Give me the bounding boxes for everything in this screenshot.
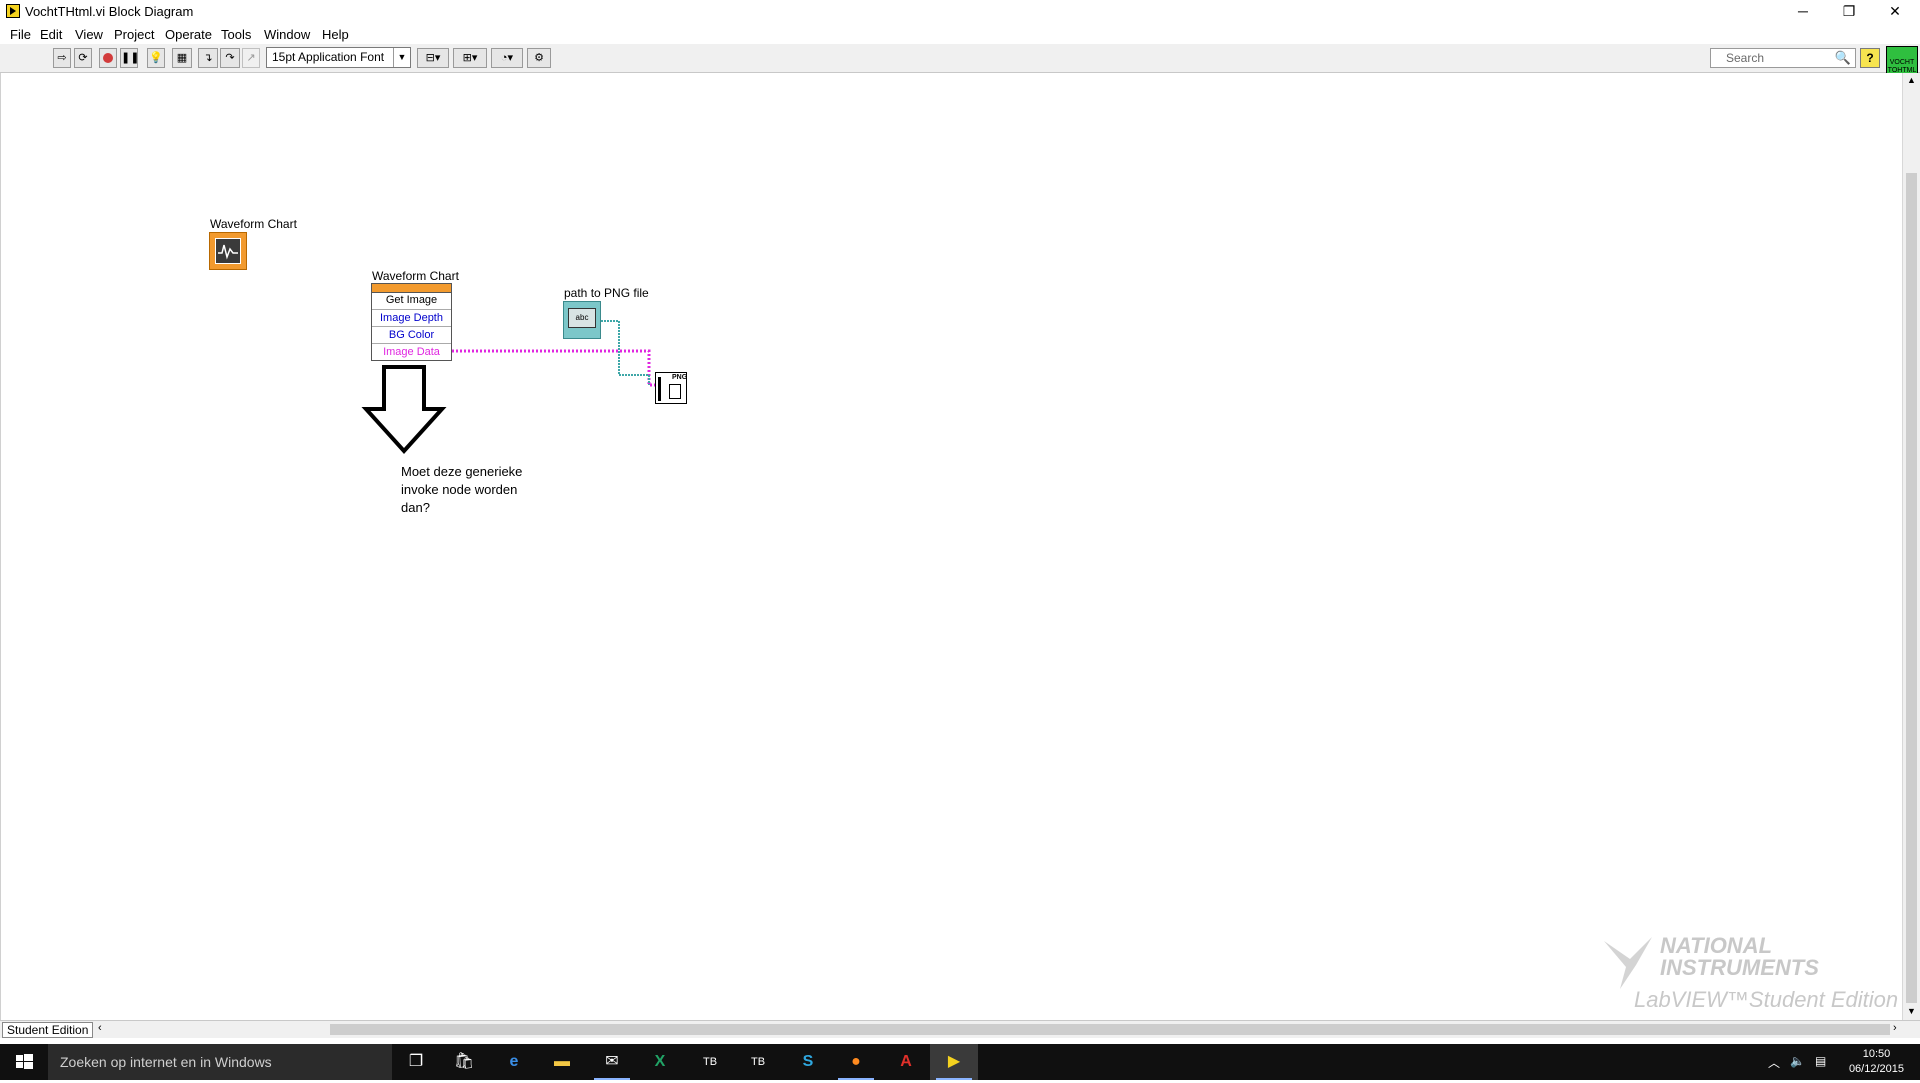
file-explorer-icon[interactable]: ▬ [538, 1044, 586, 1080]
wires-layer [361, 320, 655, 454]
menu-tools[interactable]: Tools [221, 27, 251, 42]
scroll-down-icon[interactable]: ▼ [1907, 1006, 1916, 1016]
window-title: VochtTHtml.vi Block Diagram [25, 4, 194, 19]
scroll-left-icon[interactable]: ‹ [98, 1022, 102, 1034]
distribute-objects-icon[interactable]: ⊞▾ [453, 48, 487, 68]
vertical-scrollbar[interactable]: ▲ ▼ [1902, 73, 1920, 1020]
menu-file[interactable]: File [10, 27, 31, 42]
title-bar: VochtTHtml.vi Block Diagram ─ ❐ ✕ [0, 0, 1920, 24]
search-placeholder: Search [1726, 51, 1765, 65]
app-tb2-icon[interactable]: TB [734, 1044, 782, 1080]
param-image-depth[interactable]: Image Depth [372, 309, 451, 326]
toolbar: ⇨ ⟳ ❚❚ 💡 ▦ ↴ ↷ ↗ 15pt Application Font ▼ … [0, 44, 1920, 78]
path-control-terminal[interactable]: abc [563, 301, 601, 339]
menu-help[interactable]: Help [322, 27, 349, 42]
menu-operate[interactable]: Operate [165, 27, 212, 42]
student-edition-tab: Student Edition [2, 1022, 94, 1038]
reorder-icon[interactable]: ◔▾ [491, 48, 523, 68]
down-arrow-icon [361, 365, 447, 454]
font-select-value: 15pt Application Font [272, 50, 385, 64]
volume-icon[interactable]: 🔈 [1790, 1054, 1805, 1068]
ni-watermark: NATIONAL INSTRUMENTS LabVIEW™Student Edi… [1600, 935, 1900, 1015]
menu-bar: File Edit View Project Operate Tools Win… [0, 24, 1920, 44]
notifications-icon[interactable]: ▤ [1815, 1054, 1826, 1068]
highlight-execution-icon[interactable]: 💡 [147, 48, 165, 68]
font-select[interactable]: 15pt Application Font ▼ [266, 47, 411, 68]
invoke-node[interactable]: Get Image Image Depth BG Color Image Dat… [371, 283, 452, 361]
taskbar-search-input[interactable]: Zoeken op internet en in Windows [48, 1044, 392, 1080]
abort-icon[interactable] [99, 48, 117, 68]
write-png-file-vi[interactable]: PNG [655, 372, 687, 404]
windows-logo-icon [16, 1054, 33, 1069]
menu-view[interactable]: View [75, 27, 103, 42]
windows-taskbar: Zoeken op internet en in Windows ❐ 🛍 e ▬… [0, 1044, 1920, 1080]
path-wire[interactable] [601, 320, 650, 385]
diagram-comment: Moet deze generieke invoke node worden d… [401, 464, 523, 515]
chevron-down-icon: ▼ [393, 48, 410, 67]
labview-taskbar-icon[interactable]: ▶ [930, 1044, 978, 1080]
bar-icon [658, 377, 661, 401]
acrobat-icon[interactable]: A [882, 1044, 930, 1080]
task-view-icon[interactable]: ❐ [392, 1044, 440, 1080]
minimize-button[interactable]: ─ [1780, 0, 1826, 24]
waveform-chart-terminal[interactable] [209, 232, 247, 270]
align-objects-icon[interactable]: ⊟▾ [417, 48, 449, 68]
step-over-icon[interactable]: ↷ [220, 48, 240, 68]
image-data-wire[interactable] [452, 349, 655, 387]
tray-chevron-icon[interactable]: ︿ [1768, 1054, 1780, 1071]
path-constant-label: path to PNG file [564, 286, 649, 300]
skype-icon[interactable]: S [784, 1044, 832, 1080]
clean-up-diagram-icon[interactable]: ⚙ [527, 48, 551, 68]
horizontal-scroll-thumb[interactable] [330, 1024, 1890, 1035]
mail-icon[interactable]: ✉ [588, 1044, 636, 1080]
clock-time: 10:50 [1862, 1048, 1891, 1060]
start-button[interactable] [0, 1044, 48, 1080]
path-constant-text: abc [568, 308, 596, 328]
scroll-right-icon[interactable]: › [1893, 1022, 1897, 1034]
firefox-icon[interactable]: ● [832, 1044, 880, 1080]
horizontal-scrollbar[interactable]: Student Edition ‹ › [0, 1020, 1920, 1038]
menu-edit[interactable]: Edit [40, 27, 62, 42]
clock-date: 06/12/2015 [1848, 1063, 1904, 1075]
retain-wire-values-icon[interactable]: ▦ [172, 48, 192, 68]
block-diagram-canvas[interactable]: Waveform Chart Waveform Chart Get Image … [0, 73, 1903, 1020]
step-into-icon[interactable]: ↴ [198, 48, 218, 68]
run-arrow-icon[interactable]: ⇨ [53, 48, 71, 68]
app-tb-icon[interactable]: TB [686, 1044, 734, 1080]
chart-terminal-label: Waveform Chart [210, 217, 297, 231]
labview-app-icon[interactable] [6, 4, 20, 18]
waveform-graph-icon [215, 238, 241, 264]
excel-icon[interactable]: X [636, 1044, 684, 1080]
invoke-method[interactable]: Get Image [372, 292, 451, 308]
ni-vendor-text: NATIONAL INSTRUMENTS [1660, 933, 1819, 980]
menu-window[interactable]: Window [264, 27, 310, 42]
search-input[interactable]: Search 🔍 [1710, 48, 1856, 68]
store-icon[interactable]: 🛍 [440, 1044, 488, 1080]
ni-product-text: LabVIEW™Student Edition [1634, 987, 1899, 1012]
menu-project[interactable]: Project [114, 27, 154, 42]
run-continuously-icon[interactable]: ⟳ [74, 48, 92, 68]
invoke-node-label: Waveform Chart [372, 269, 459, 283]
png-vi-text: PNG [672, 374, 688, 381]
edge-browser-icon[interactable]: e [490, 1044, 538, 1080]
step-out-icon[interactable]: ↗ [242, 48, 260, 68]
close-button[interactable]: ✕ [1872, 0, 1918, 24]
restore-button[interactable]: ❐ [1826, 0, 1872, 24]
pause-icon[interactable]: ❚❚ [120, 48, 139, 68]
context-help-button[interactable]: ? [1860, 48, 1880, 68]
param-bg-color[interactable]: BG Color [372, 326, 451, 343]
ni-eagle-logo [1604, 937, 1652, 989]
param-image-data[interactable]: Image Data [372, 343, 451, 360]
scroll-up-icon[interactable]: ▲ [1907, 75, 1916, 85]
vertical-scroll-thumb[interactable] [1906, 173, 1917, 1003]
file-icon [669, 384, 681, 399]
taskbar-clock[interactable]: 10:50 06/12/2015 [1849, 1047, 1904, 1077]
search-icon[interactable]: 🔍 [1835, 49, 1851, 67]
